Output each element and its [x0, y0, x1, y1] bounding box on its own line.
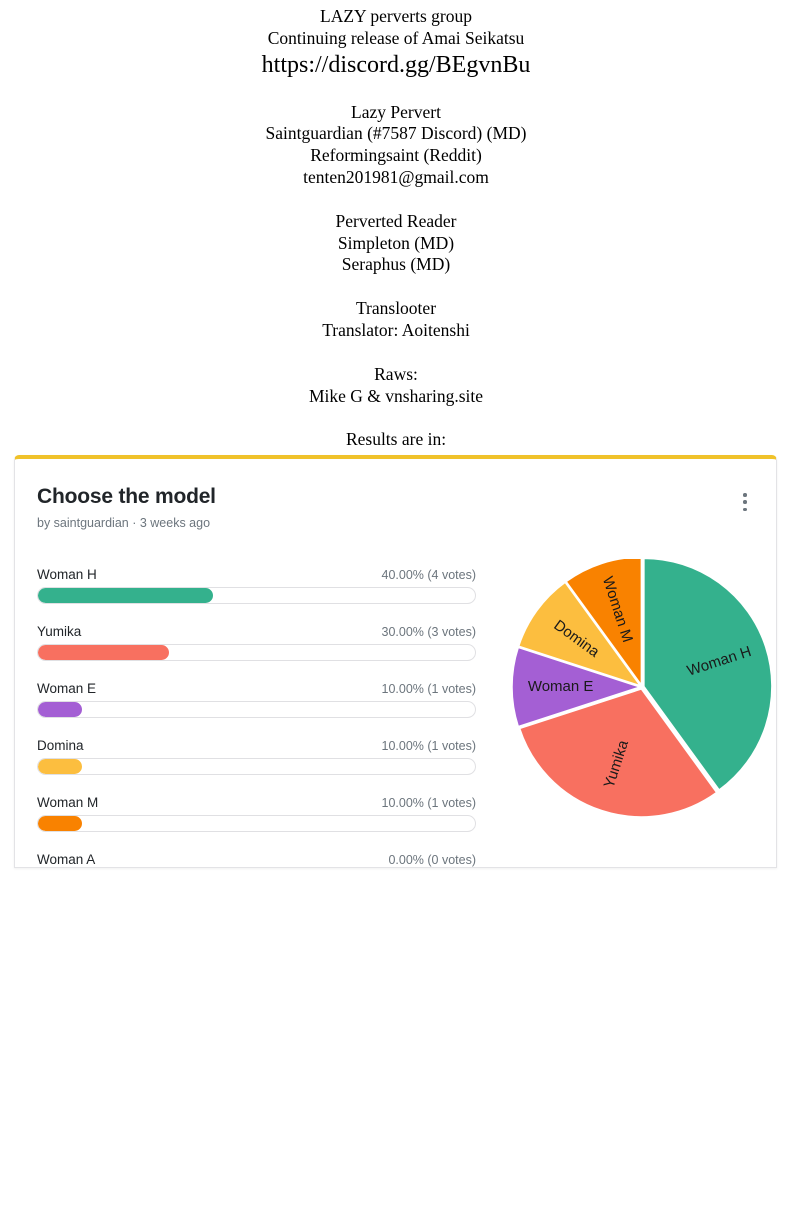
raws-credits: Raws: Mike G & vnsharing.site	[0, 364, 792, 408]
pie-chart: Woman H Yumika Woman E Domina Woman M	[500, 559, 776, 839]
translooter-credits: Translooter Translator: Aoitenshi	[0, 298, 792, 342]
credit-line: Saintguardian (#7587 Discord) (MD)	[265, 123, 527, 144]
poll-option-row[interactable]: Domina 10.00% (1 votes)	[37, 738, 476, 775]
poll-option-bar-fill	[38, 702, 82, 717]
poll-option-label: Domina	[37, 738, 84, 753]
poll-option-bar-fill	[38, 759, 82, 774]
credit-line: tenten201981@gmail.com	[303, 166, 489, 187]
credit-line: Reformingsaint (Reddit)	[310, 145, 482, 166]
poll-option-bar-track	[37, 758, 476, 775]
poll-option-bar-track	[37, 644, 476, 661]
poll-option-label: Yumika	[37, 624, 82, 639]
poll-option-head: Woman E 10.00% (1 votes)	[37, 681, 476, 696]
poll-option-head: Domina 10.00% (1 votes)	[37, 738, 476, 753]
poll-option-stat: 30.00% (3 votes)	[381, 625, 477, 639]
poll-option-bar-track	[37, 701, 476, 718]
poll-option-stat: 40.00% (4 votes)	[381, 568, 477, 582]
credits-block: LAZY perverts group Continuing release of…	[0, 0, 792, 451]
perverted-reader-credits: Perverted Reader Simpleton (MD) Seraphus (…	[0, 211, 792, 276]
credit-line: Raws:	[374, 363, 418, 384]
poll-option-row[interactable]: Yumika 30.00% (3 votes)	[37, 624, 476, 661]
poll-option-head: Woman H 40.00% (4 votes)	[37, 567, 476, 582]
credit-line: Results are in:	[345, 429, 447, 450]
credit-line: Continuing release of Amai Seikatsu	[267, 27, 525, 48]
poll-option-stat: 10.00% (1 votes)	[381, 739, 477, 753]
page-title: Choose the model	[37, 485, 216, 508]
pie-slice-label: Woman E	[528, 678, 594, 695]
poll-meta: by saintguardian · 3 weeks ago	[37, 516, 211, 531]
credit-line: LAZY perverts group	[320, 6, 472, 26]
credit-line: Perverted Reader	[335, 210, 457, 231]
poll-option-row[interactable]: Woman H 40.00% (4 votes)	[37, 567, 476, 604]
poll-option-head: Woman M 10.00% (1 votes)	[37, 795, 476, 810]
kebab-dot-1	[743, 493, 747, 497]
poll-option-stat: 10.00% (1 votes)	[381, 682, 477, 696]
credit-line: Translooter	[355, 298, 437, 319]
kebab-menu-icon[interactable]	[736, 491, 754, 513]
credit-line: Translator: Aoitenshi	[322, 319, 470, 340]
poll-options-list: Woman H 40.00% (4 votes) Yumika 30.00% (3 v…	[37, 567, 476, 867]
poll-option-bar-track	[37, 815, 476, 832]
poll-option-label: Woman M	[37, 795, 99, 810]
kebab-dot-2	[743, 500, 747, 504]
group-header: LAZY perverts group Continuing release of…	[0, 6, 792, 80]
credit-line: Simpleton (MD)	[337, 232, 455, 253]
poll-option-stat: 0.00% (0 votes)	[388, 853, 476, 867]
poll-option-row[interactable]: Woman M 10.00% (1 votes)	[37, 795, 476, 832]
pie-chart-svg: Woman HYumikaWoman EDominaWoman M	[511, 559, 773, 818]
poll-option-head: Yumika 30.00% (3 votes)	[37, 624, 476, 639]
poll-option-head: Woman A 0.00% (0 votes)	[37, 852, 476, 867]
credit-line: Lazy Pervert	[351, 101, 441, 122]
poll-card: Choose the model by saintguardian · 3 we…	[14, 455, 777, 868]
poll-option-bar-fill	[38, 588, 213, 603]
poll-option-row[interactable]: Woman E 10.00% (1 votes)	[37, 681, 476, 718]
poll-option-bar-fill	[38, 645, 170, 660]
poll-card-body: Choose the model by saintguardian · 3 we…	[15, 459, 776, 867]
kebab-dot-3	[743, 507, 747, 511]
poll-option-label: Woman E	[37, 681, 97, 696]
poll-option-bar-fill	[38, 816, 82, 831]
poll-option-label: Woman A	[37, 852, 96, 867]
credit-line: https://discord.gg/BEgvnBu	[261, 51, 531, 78]
poll-option-stat: 10.00% (1 votes)	[381, 796, 477, 810]
lazy-pervert-credits: Lazy Pervert Saintguardian (#7587 Discord…	[0, 102, 792, 189]
results-intro: Results are in:	[0, 429, 792, 451]
credit-line: Mike G & vnsharing.site	[308, 385, 483, 406]
credit-line: Seraphus (MD)	[341, 254, 451, 275]
poll-option-label: Woman H	[37, 567, 97, 582]
poll-option-row[interactable]: Woman A 0.00% (0 votes)	[37, 852, 476, 867]
poll-option-bar-track	[37, 587, 476, 604]
